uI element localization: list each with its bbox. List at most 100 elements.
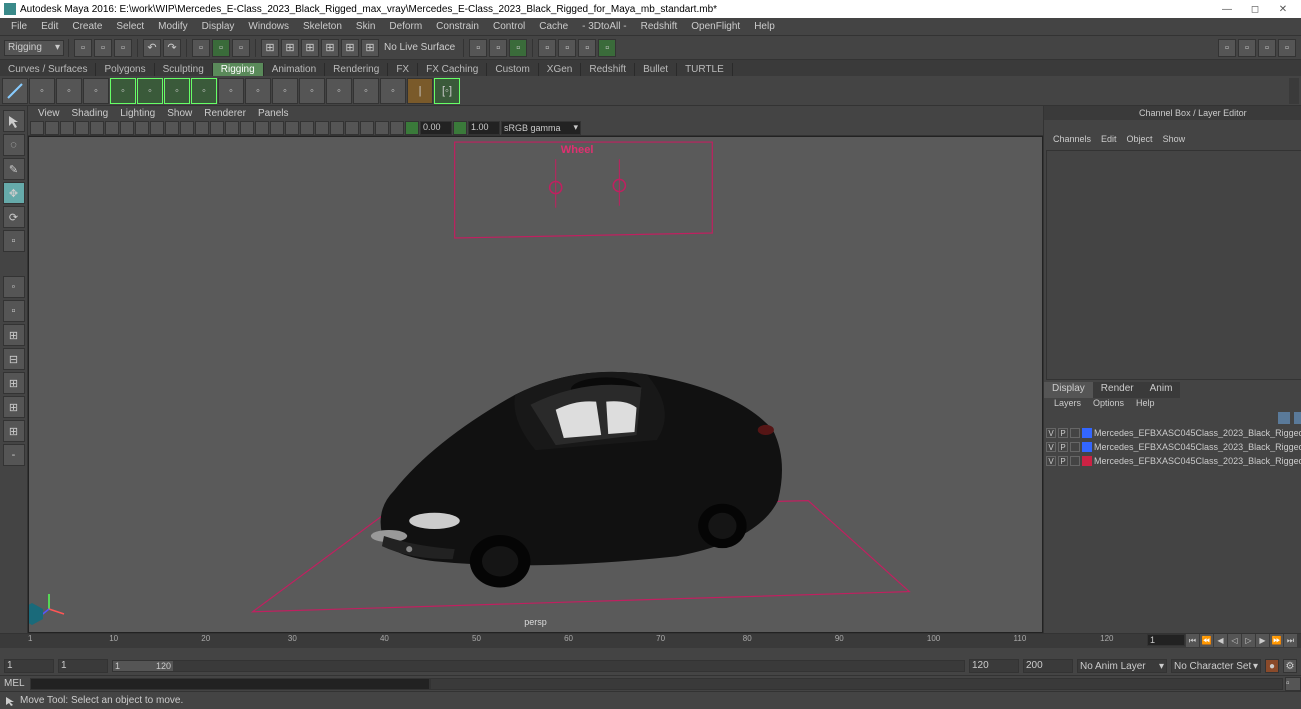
prefs-icon[interactable]: ⚙ bbox=[1283, 659, 1297, 673]
step-back-key-icon[interactable]: ⏪ bbox=[1200, 634, 1213, 647]
play-start-icon[interactable]: ⏮ bbox=[1186, 634, 1199, 647]
shelf-paint-weights-icon[interactable]: ◦ bbox=[110, 78, 136, 104]
play-forward-icon[interactable]: ▷ bbox=[1242, 634, 1255, 647]
cmd-language-label[interactable]: MEL bbox=[0, 678, 30, 689]
save-scene-icon[interactable]: ▫ bbox=[114, 39, 132, 57]
layer-type-toggle[interactable] bbox=[1070, 456, 1080, 466]
anim-layer-dropdown[interactable]: No Anim Layer▾ bbox=[1077, 659, 1167, 673]
menu-skeleton[interactable]: Skeleton bbox=[296, 21, 349, 32]
shelf-tab-sculpting[interactable]: Sculpting bbox=[155, 63, 213, 76]
snap-point-icon[interactable]: ⊞ bbox=[301, 39, 319, 57]
make-live-icon[interactable]: ⊞ bbox=[361, 39, 379, 57]
layout-persp-icon[interactable]: ⊞ bbox=[3, 396, 25, 418]
shelf-ik-icon[interactable]: ◦ bbox=[29, 78, 55, 104]
vp-menu-view[interactable]: View bbox=[32, 108, 66, 119]
layer-type-toggle[interactable] bbox=[1070, 428, 1080, 438]
shelf-scroll-icon[interactable] bbox=[1289, 78, 1299, 104]
vp-menu-show[interactable]: Show bbox=[161, 108, 198, 119]
shelf-lattice-icon[interactable]: ◦ bbox=[218, 78, 244, 104]
layout-four-icon[interactable]: ⊞ bbox=[3, 324, 25, 346]
vp-safe-action-icon[interactable] bbox=[180, 121, 194, 135]
select-object-icon[interactable]: ▫ bbox=[212, 39, 230, 57]
menu-modify[interactable]: Modify bbox=[151, 21, 194, 32]
layout-outliner-icon[interactable]: ⊞ bbox=[3, 372, 25, 394]
step-forward-icon[interactable]: ▶ bbox=[1256, 634, 1269, 647]
paint-select-icon[interactable]: ✎ bbox=[3, 158, 25, 180]
vp-gate-mask-icon[interactable] bbox=[165, 121, 179, 135]
shelf-copy-weights-icon[interactable]: ◦ bbox=[164, 78, 190, 104]
layer-move-down-icon[interactable] bbox=[1294, 412, 1301, 424]
last-tool-icon[interactable]: ◦ bbox=[3, 276, 25, 298]
anim-end-field[interactable]: 200 bbox=[1023, 659, 1073, 673]
shelf-tab-redshift[interactable]: Redshift bbox=[581, 63, 635, 76]
layer-color-swatch[interactable] bbox=[1082, 428, 1092, 438]
lasso-tool-icon[interactable]: ◌ bbox=[3, 134, 25, 156]
snap-curve-icon[interactable]: ⊞ bbox=[281, 39, 299, 57]
layout-hyper-icon[interactable]: - bbox=[3, 444, 25, 466]
shelf-constrain-point-icon[interactable]: ◦ bbox=[380, 78, 406, 104]
layer-playback-toggle[interactable]: P bbox=[1058, 442, 1068, 452]
hypershade-icon[interactable]: ▫ bbox=[578, 39, 596, 57]
layer-row[interactable]: V P Mercedes_EFBXASC045Class_2023_Black_… bbox=[1044, 426, 1301, 440]
shelf-tab-fx[interactable]: FX bbox=[388, 63, 418, 76]
shelf-bind-icon[interactable]: ◦ bbox=[83, 78, 109, 104]
menu-create[interactable]: Create bbox=[65, 21, 109, 32]
vp-exp-icon[interactable] bbox=[390, 121, 404, 135]
menu-control[interactable]: Control bbox=[486, 21, 532, 32]
ipr-render-icon[interactable]: ▫ bbox=[509, 39, 527, 57]
shelf-constrain-parent-icon[interactable]: | bbox=[407, 78, 433, 104]
menu-cache[interactable]: Cache bbox=[532, 21, 575, 32]
shelf-joint-icon[interactable] bbox=[2, 78, 28, 104]
layer-visible-toggle[interactable]: V bbox=[1046, 442, 1056, 452]
light-editor-icon[interactable]: ▫ bbox=[598, 39, 616, 57]
gamma-field[interactable]: 1.00 bbox=[468, 121, 500, 135]
vp-menu-lighting[interactable]: Lighting bbox=[114, 108, 161, 119]
panel-layout-4-icon[interactable]: ▫ bbox=[1278, 39, 1296, 57]
shelf-tab-turtle[interactable]: TURTLE bbox=[677, 63, 733, 76]
range-slider[interactable]: 1 120 bbox=[112, 660, 965, 672]
menu-openflight[interactable]: OpenFlight bbox=[684, 21, 747, 32]
shelf-tab-curves[interactable]: Curves / Surfaces bbox=[0, 63, 96, 76]
shelf-tab-xgen[interactable]: XGen bbox=[539, 63, 582, 76]
redo-icon[interactable]: ↷ bbox=[163, 39, 181, 57]
vp-menu-shading[interactable]: Shading bbox=[66, 108, 115, 119]
vp-image-plane-icon[interactable] bbox=[75, 121, 89, 135]
shelf-tab-bullet[interactable]: Bullet bbox=[635, 63, 677, 76]
vp-wireframe-icon[interactable] bbox=[210, 121, 224, 135]
vp-depth-icon[interactable] bbox=[375, 121, 389, 135]
step-back-icon[interactable]: ◀ bbox=[1214, 634, 1227, 647]
range-handle[interactable]: 1 120 bbox=[113, 661, 173, 671]
shelf-humanik-icon[interactable]: [◦] bbox=[434, 78, 460, 104]
layer-move-up-icon[interactable] bbox=[1278, 412, 1290, 424]
layer-type-toggle[interactable] bbox=[1070, 442, 1080, 452]
shelf-blend-icon[interactable]: ◦ bbox=[272, 78, 298, 104]
vp-shadows-icon[interactable] bbox=[270, 121, 284, 135]
vp-menu-renderer[interactable]: Renderer bbox=[198, 108, 252, 119]
vp-exposure-toggle-icon[interactable] bbox=[405, 121, 419, 135]
vp-lock-cam-icon[interactable] bbox=[45, 121, 59, 135]
minimize-button[interactable]: — bbox=[1213, 2, 1241, 16]
vp-isolate-icon[interactable] bbox=[285, 121, 299, 135]
range-end-field[interactable]: 120 bbox=[969, 659, 1019, 673]
menu-constrain[interactable]: Constrain bbox=[429, 21, 486, 32]
layer-menu-layers[interactable]: Layers bbox=[1048, 398, 1087, 412]
anim-start-field[interactable]: 1 bbox=[4, 659, 54, 673]
character-set-dropdown[interactable]: No Character Set▾ bbox=[1171, 659, 1261, 673]
cb-menu-object[interactable]: Object bbox=[1122, 134, 1158, 148]
layout-graph-icon[interactable]: ⊞ bbox=[3, 420, 25, 442]
snap-grid-icon[interactable]: ⊞ bbox=[261, 39, 279, 57]
layer-playback-toggle[interactable]: P bbox=[1058, 456, 1068, 466]
open-scene-icon[interactable]: ▫ bbox=[94, 39, 112, 57]
menu-deform[interactable]: Deform bbox=[382, 21, 429, 32]
vp-shaded-icon[interactable] bbox=[225, 121, 239, 135]
render-settings-icon[interactable]: ▫ bbox=[558, 39, 576, 57]
vp-ao-icon[interactable] bbox=[330, 121, 344, 135]
shelf-tab-rigging[interactable]: Rigging bbox=[213, 63, 264, 76]
current-time-field[interactable]: 1 bbox=[1147, 634, 1185, 646]
maximize-button[interactable]: ◻ bbox=[1241, 2, 1269, 16]
menu-display[interactable]: Display bbox=[195, 21, 242, 32]
cb-menu-show[interactable]: Show bbox=[1158, 134, 1191, 148]
close-button[interactable]: ✕ bbox=[1269, 2, 1297, 16]
layer-color-swatch[interactable] bbox=[1082, 456, 1092, 466]
menu-windows[interactable]: Windows bbox=[241, 21, 296, 32]
